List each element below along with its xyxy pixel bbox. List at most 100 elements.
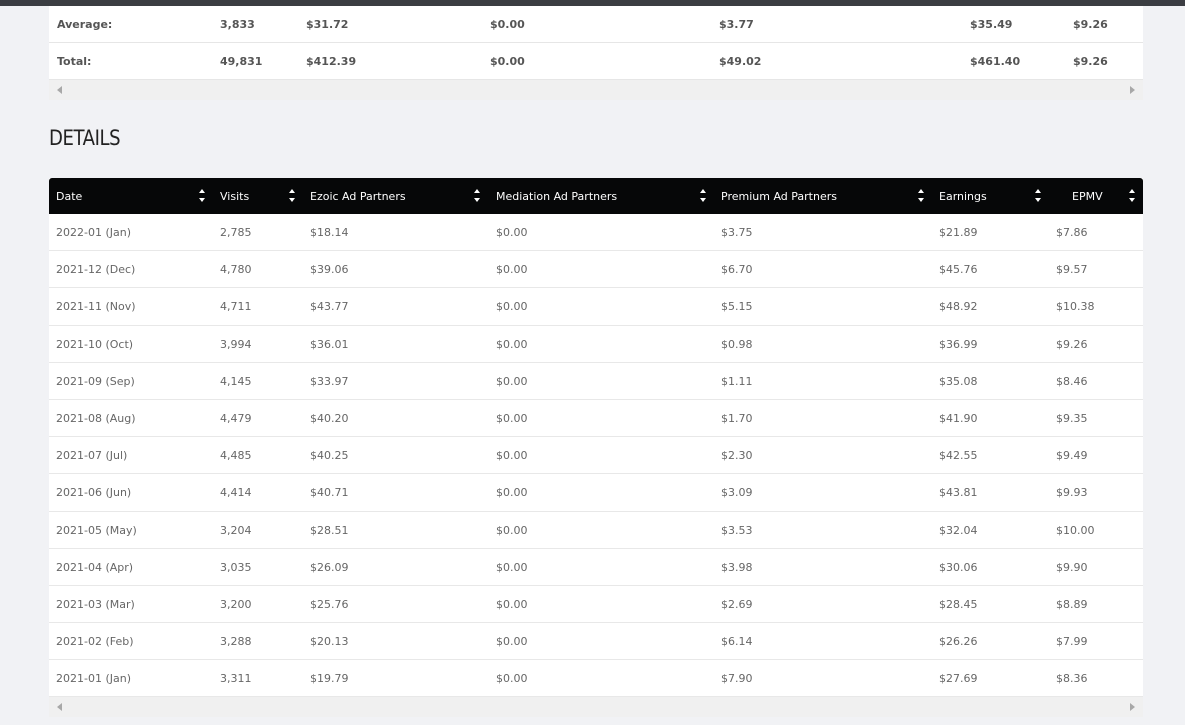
cell-visits: 3,994 — [220, 337, 252, 351]
sort-arrows-icon[interactable] — [1035, 189, 1042, 205]
cell-date: 2021-08 (Aug) — [56, 411, 136, 425]
cell-visits: 3,311 — [220, 672, 252, 686]
cell-visits: 4,485 — [220, 449, 252, 463]
cell-epmv: $10.00 — [1056, 523, 1095, 537]
table-row: 2021-07 (Jul) 4,485 $40.25 $0.00 $2.30 $42.55… — [49, 437, 1143, 475]
cell-earnings: $43.81 — [939, 486, 978, 500]
summary-label: Total: — [57, 55, 92, 68]
summary-row-average: Average: 3,833 $31.72 $0.00 $3.77 $35.49… — [49, 6, 1143, 43]
cell-ezoic: $39.06 — [310, 263, 349, 277]
details-table: Date Visits Ezoic Ad Partners Mediation … — [49, 178, 1143, 718]
cell-mediation: $0.00 — [496, 597, 528, 611]
cell-visits: 4,711 — [220, 300, 252, 314]
column-header-label: Earnings — [939, 190, 987, 203]
summary-table: Average: 3,833 $31.72 $0.00 $3.77 $35.49… — [49, 6, 1143, 100]
summary-earnings: $35.49 — [970, 18, 1013, 31]
summary-horizontal-scrollbar[interactable] — [49, 80, 1143, 100]
cell-ezoic: $26.09 — [310, 560, 349, 574]
cell-premium: $3.09 — [721, 486, 753, 500]
table-row: 2021-12 (Dec) 4,780 $39.06 $0.00 $6.70 $45.76… — [49, 251, 1143, 289]
cell-earnings: $28.45 — [939, 597, 978, 611]
cell-earnings: $30.06 — [939, 560, 978, 574]
sort-arrows-icon[interactable] — [700, 189, 707, 205]
cell-premium: $2.69 — [721, 597, 753, 611]
cell-date: 2021-11 (Nov) — [56, 300, 136, 314]
details-table-body: 2022-01 (Jan) 2,785 $18.14 $0.00 $3.75 $21.89… — [49, 214, 1143, 698]
sort-arrows-icon[interactable] — [199, 189, 206, 205]
table-row: 2021-06 (Jun) 4,414 $40.71 $0.00 $3.09 $43.81… — [49, 474, 1143, 512]
cell-date: 2022-01 (Jan) — [56, 226, 131, 239]
cell-visits: 4,479 — [220, 411, 252, 425]
cell-premium: $3.53 — [721, 523, 753, 537]
cell-date: 2021-02 (Feb) — [56, 635, 134, 649]
cell-ezoic: $36.01 — [310, 337, 349, 351]
summary-label: Average: — [57, 18, 113, 31]
column-header-date[interactable]: Date — [49, 178, 213, 214]
cell-date: 2021-04 (Apr) — [56, 560, 134, 574]
cell-visits: 4,145 — [220, 374, 252, 388]
cell-epmv: $8.89 — [1056, 597, 1088, 611]
table-row: 2021-08 (Aug) 4,479 $40.20 $0.00 $1.70 $41.90… — [49, 400, 1143, 438]
cell-epmv: $9.57 — [1056, 263, 1088, 277]
cell-date: 2021-01 (Jan) — [56, 672, 131, 686]
cell-epmv: $10.38 — [1056, 300, 1095, 314]
cell-premium: $5.15 — [721, 300, 753, 314]
column-header-earnings[interactable]: Earnings — [932, 178, 1048, 214]
cell-date: 2021-06 (Jun) — [56, 486, 132, 500]
sort-arrows-icon[interactable] — [289, 189, 296, 205]
sort-arrows-icon[interactable] — [474, 189, 481, 205]
cell-mediation: $0.00 — [496, 560, 528, 574]
cell-premium: $1.70 — [721, 411, 753, 425]
cell-premium: $0.98 — [721, 337, 753, 351]
column-header-mediation-ad-partners[interactable]: Mediation Ad Partners — [489, 178, 714, 214]
summary-premium: $49.02 — [719, 55, 762, 68]
cell-premium: $1.11 — [721, 374, 753, 388]
cell-earnings: $27.69 — [939, 672, 978, 686]
cell-mediation: $0.00 — [496, 523, 528, 537]
cell-epmv: $9.93 — [1056, 486, 1088, 500]
scroll-left-icon[interactable] — [57, 703, 62, 712]
cell-date: 2021-07 (Jul) — [56, 449, 128, 463]
cell-visits: 3,200 — [220, 597, 252, 611]
scroll-right-icon[interactable] — [1130, 86, 1135, 94]
cell-visits: 4,780 — [220, 263, 252, 277]
summary-mediation: $0.00 — [490, 18, 525, 31]
table-row: 2021-05 (May) 3,204 $28.51 $0.00 $3.53 $32.04… — [49, 512, 1143, 549]
summary-epmv: $9.26 — [1073, 18, 1108, 31]
cell-visits: 4,414 — [220, 486, 252, 500]
cell-ezoic: $19.79 — [310, 672, 349, 686]
cell-earnings: $35.08 — [939, 374, 978, 388]
cell-premium: $3.98 — [721, 560, 753, 574]
cell-ezoic: $40.71 — [310, 486, 349, 500]
column-header-ezoic-ad-partners[interactable]: Ezoic Ad Partners — [303, 178, 489, 214]
summary-ezoic: $412.39 — [306, 55, 357, 68]
cell-earnings: $21.89 — [939, 226, 978, 239]
summary-visits: 49,831 — [220, 55, 263, 68]
cell-visits: 2,785 — [220, 226, 252, 239]
cell-mediation: $0.00 — [496, 672, 528, 686]
summary-epmv: $9.26 — [1073, 55, 1108, 68]
cell-premium: $7.90 — [721, 672, 753, 686]
summary-premium: $3.77 — [719, 18, 754, 31]
details-horizontal-scrollbar[interactable] — [49, 697, 1143, 718]
sort-arrows-icon[interactable] — [918, 189, 925, 205]
cell-earnings: $45.76 — [939, 263, 978, 277]
table-row: 2021-04 (Apr) 3,035 $26.09 $0.00 $3.98 $30.06… — [49, 549, 1143, 586]
column-header-label: EPMV — [1072, 190, 1103, 203]
cell-epmv: $7.86 — [1056, 226, 1088, 239]
details-heading: DETAILS — [49, 126, 121, 150]
scroll-right-icon[interactable] — [1130, 703, 1135, 712]
scroll-left-icon[interactable] — [57, 86, 62, 94]
table-row: 2021-09 (Sep) 4,145 $33.97 $0.00 $1.11 $35.08… — [49, 363, 1143, 400]
sort-arrows-icon[interactable] — [1129, 189, 1136, 205]
column-header-epmv[interactable]: EPMV — [1048, 178, 1143, 214]
table-row: 2021-03 (Mar) 3,200 $25.76 $0.00 $2.69 $28.45… — [49, 586, 1143, 624]
cell-earnings: $36.99 — [939, 337, 978, 351]
column-header-visits[interactable]: Visits — [213, 178, 303, 214]
table-row: 2021-01 (Jan) 3,311 $19.79 $0.00 $7.90 $27.69… — [49, 660, 1143, 698]
column-header-premium-ad-partners[interactable]: Premium Ad Partners — [714, 178, 932, 214]
cell-earnings: $48.92 — [939, 300, 978, 314]
cell-visits: 3,035 — [220, 560, 252, 574]
cell-date: 2021-03 (Mar) — [56, 597, 135, 611]
cell-premium: $6.14 — [721, 635, 753, 649]
